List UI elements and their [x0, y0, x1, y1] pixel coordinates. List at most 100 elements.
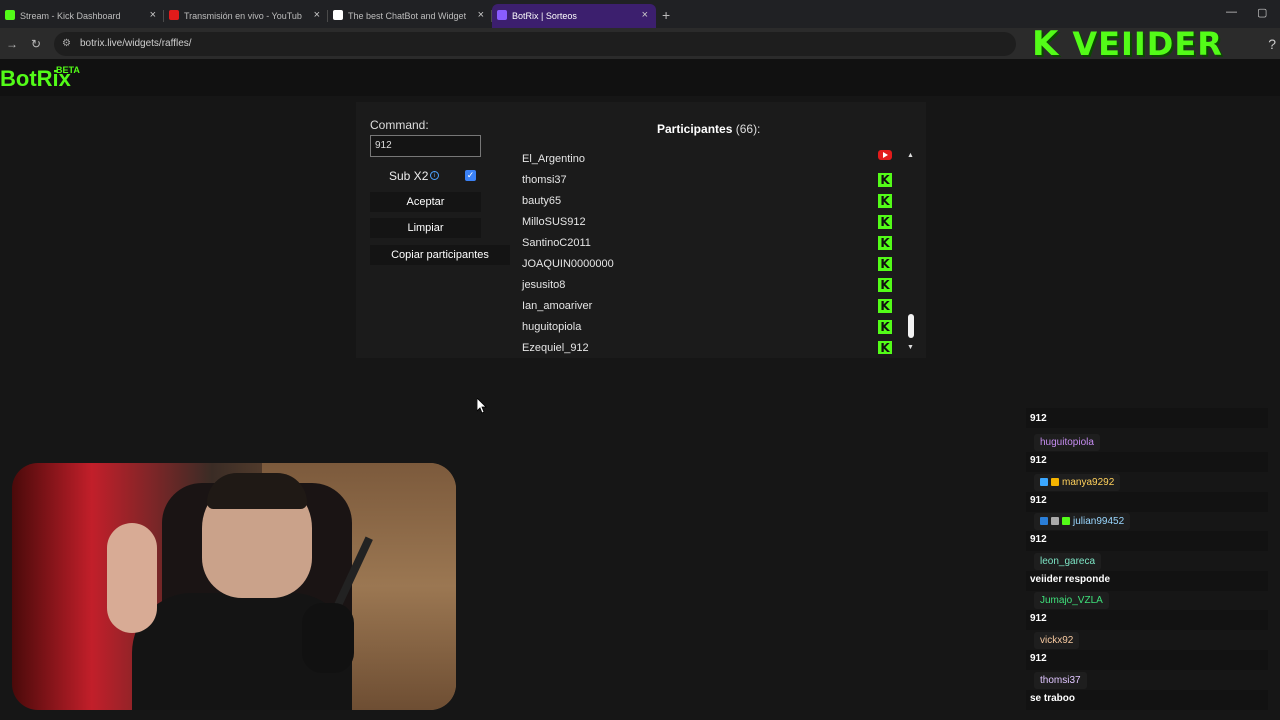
chat-message: Jumajo_VZLA 912	[1026, 592, 1268, 631]
participant-name: bauty65	[522, 195, 562, 207]
accept-button[interactable]: Aceptar	[370, 192, 481, 212]
chat-badge-icon	[1040, 517, 1048, 526]
chat-username-text: vickx92	[1040, 635, 1074, 646]
chat-username-text: thomsi37	[1040, 674, 1081, 686]
raffle-widget: Command: 912 Sub X2 i ✓ Aceptar Limpiar …	[356, 102, 926, 358]
chat-message: thomsi37 se traboo	[1026, 671, 1268, 710]
maximize-icon[interactable]: ▢	[1257, 6, 1267, 19]
beta-badge: BETA	[56, 65, 80, 75]
close-tab-icon[interactable]: ×	[642, 9, 648, 21]
chat-username-text: huguitopiola	[1040, 437, 1094, 448]
participant-name: huguitopiola	[522, 321, 582, 333]
participant-row: Ezequiel_912 K	[522, 339, 892, 354]
scrollbar-thumb[interactable]	[908, 314, 914, 338]
chat-username: vickx92	[1034, 632, 1080, 649]
site-settings-icon[interactable]: ⚙	[62, 32, 71, 56]
participant-row: thomsi37 K	[522, 171, 892, 192]
new-tab-button[interactable]: +	[662, 5, 670, 23]
minimize-icon[interactable]: —	[1226, 6, 1237, 18]
clear-button[interactable]: Limpiar	[370, 218, 481, 238]
chat-message-text: se traboo	[1026, 689, 1268, 710]
kick-icon: K	[878, 173, 892, 187]
kick-icon: K	[878, 278, 892, 292]
kick-icon: K	[878, 194, 892, 208]
participant-name: thomsi37	[522, 174, 567, 186]
participant-name: JOAQUIN0000000	[522, 258, 614, 270]
chat-message: leon_garecaveiider responde	[1026, 552, 1268, 591]
streamer-overlay-logo: K VEIIDER ?	[1032, 24, 1276, 64]
participant-name: MilloSUS912	[522, 216, 586, 228]
chat-message-text: veiider responde	[1026, 570, 1268, 591]
participant-row: huguitopiola K	[522, 318, 892, 339]
participant-row: jesusito8 K	[522, 276, 892, 297]
tab-title: Transmisión en vivo - YouTube	[184, 11, 302, 21]
chat-username-text: julian99452	[1073, 516, 1125, 528]
kick-icon: K	[878, 341, 892, 354]
tab-favicon-icon	[169, 10, 179, 20]
close-tab-icon[interactable]: ×	[150, 9, 156, 21]
participant-name: Ian_amoariver	[522, 300, 593, 312]
chat-username: huguitopiola	[1034, 434, 1100, 451]
url-text: botrix.live/widgets/raffles/	[80, 38, 192, 49]
chat-username: leon_gareca	[1034, 552, 1102, 570]
participant-row: MilloSUS912 K	[522, 213, 892, 234]
url-field[interactable]: ⚙ botrix.live/widgets/raffles/	[54, 32, 1016, 56]
scroll-down-arrow-icon[interactable]: ▼	[907, 344, 914, 351]
browser-tab[interactable]: Stream - Kick Dashboard ×	[0, 4, 164, 28]
kick-icon: K	[878, 257, 892, 271]
chat-message-text: 912	[1026, 650, 1268, 670]
participant-row: El_Argentino	[522, 150, 892, 171]
kick-icon: K	[878, 236, 892, 250]
chat-overlay: 912 huguitopiola 912 manya9292 912 julian994…	[1026, 408, 1268, 710]
tab-favicon-icon	[5, 10, 15, 20]
command-input[interactable]: 912	[370, 135, 481, 157]
sub-x2-checkbox[interactable]: ✓	[465, 170, 476, 181]
chat-username: Jumajo_VZLA	[1034, 592, 1109, 610]
reload-icon[interactable]: ↻	[31, 37, 41, 51]
participants-list[interactable]: El_Argentino thomsi37 Kbauty65 K MilloSUS912…	[506, 150, 896, 354]
tab-title: BotRix | Sorteos	[512, 11, 577, 21]
help-icon: ?	[1268, 36, 1276, 52]
chat-message-text: 912	[1026, 408, 1268, 428]
webcam-hair	[207, 473, 307, 509]
chat-message: vickx92 912	[1026, 632, 1268, 670]
webcam-hand	[107, 523, 157, 633]
kick-icon: K	[878, 320, 892, 334]
chat-username-text: leon_gareca	[1040, 555, 1096, 567]
chat-message-text: 912	[1026, 610, 1268, 631]
chat-message: manya9292 912	[1026, 473, 1268, 512]
participant-row: bauty65 K	[522, 192, 892, 213]
participant-name: El_Argentino	[522, 153, 585, 165]
chat-username: manya9292	[1034, 473, 1121, 491]
participant-row: JOAQUIN0000000 K	[522, 255, 892, 276]
chat-username: julian99452	[1034, 513, 1131, 531]
info-icon[interactable]: i	[430, 171, 439, 180]
forward-icon[interactable]: →	[6, 37, 18, 51]
close-tab-icon[interactable]: ×	[314, 9, 320, 21]
browser-tab[interactable]: BotRix | Sorteos ×	[492, 4, 656, 28]
webcam-feed	[12, 463, 456, 710]
chat-message-text: 912	[1026, 491, 1268, 512]
chat-message: julian99452 912	[1026, 513, 1268, 552]
participants-title: Participantes (66):	[657, 122, 760, 136]
kick-icon: K	[878, 299, 892, 313]
participant-row: SantinoC2011 K	[522, 234, 892, 255]
close-tab-icon[interactable]: ×	[478, 9, 484, 21]
chat-username-text: Jumajo_VZLA	[1040, 595, 1103, 607]
browser-tab[interactable]: Transmisión en vivo - YouTube ×	[164, 4, 328, 28]
participants-count: (66):	[735, 122, 761, 136]
chat-badge-icon	[1040, 477, 1048, 486]
tab-favicon-icon	[497, 10, 507, 20]
scroll-up-arrow-icon[interactable]: ▲	[907, 152, 914, 159]
tab-title: Stream - Kick Dashboard	[20, 11, 121, 21]
sub-x2-label: Sub X2	[389, 169, 429, 183]
browser-tab-bar: Stream - Kick Dashboard × Transmisión en v…	[0, 0, 1280, 28]
chat-top-text: 912	[1030, 413, 1047, 424]
chat-badge-icon	[1051, 517, 1059, 526]
kick-icon: K	[878, 215, 892, 229]
chat-message-text: 912	[1026, 452, 1268, 472]
copy-participants-button[interactable]: Copiar participantes	[370, 245, 510, 265]
chat-message: huguitopiola 912	[1026, 434, 1268, 472]
browser-tab[interactable]: The best ChatBot and Widgets ×	[328, 4, 492, 28]
participant-row: Ian_amoariver K	[522, 297, 892, 318]
